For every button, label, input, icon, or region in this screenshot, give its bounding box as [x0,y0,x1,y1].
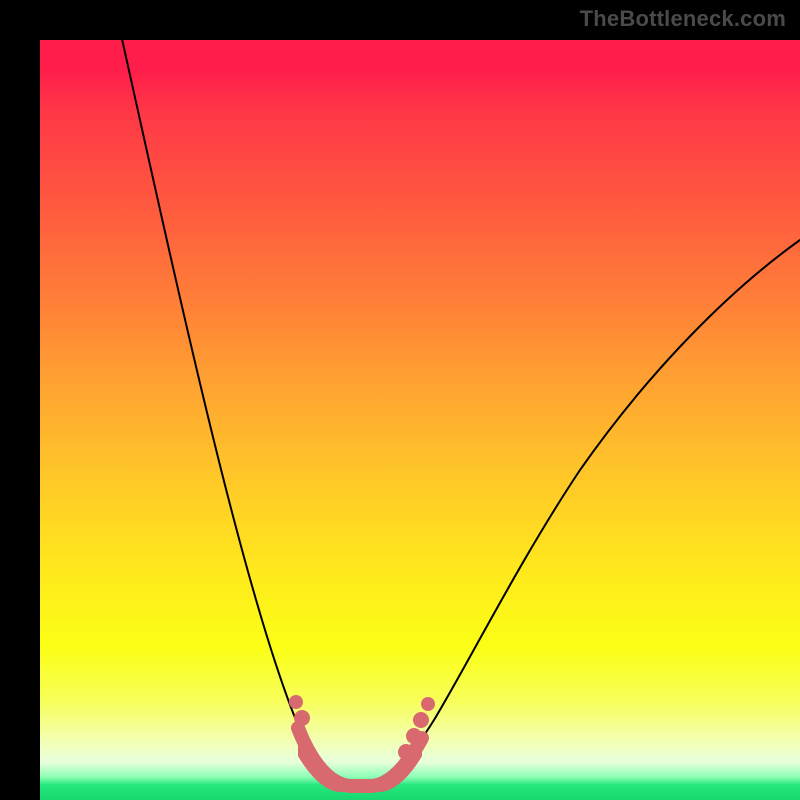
watermark-text: TheBottleneck.com [580,6,786,32]
curve-path [120,40,800,783]
well-dot [413,712,429,728]
well-dot [289,695,303,709]
well-dot [398,744,414,760]
well-dot [421,697,435,711]
bottleneck-curve [40,40,800,800]
well-dot [406,728,422,744]
plot-area [40,40,800,800]
well-dot [294,710,310,726]
chart-frame: TheBottleneck.com [0,0,800,800]
